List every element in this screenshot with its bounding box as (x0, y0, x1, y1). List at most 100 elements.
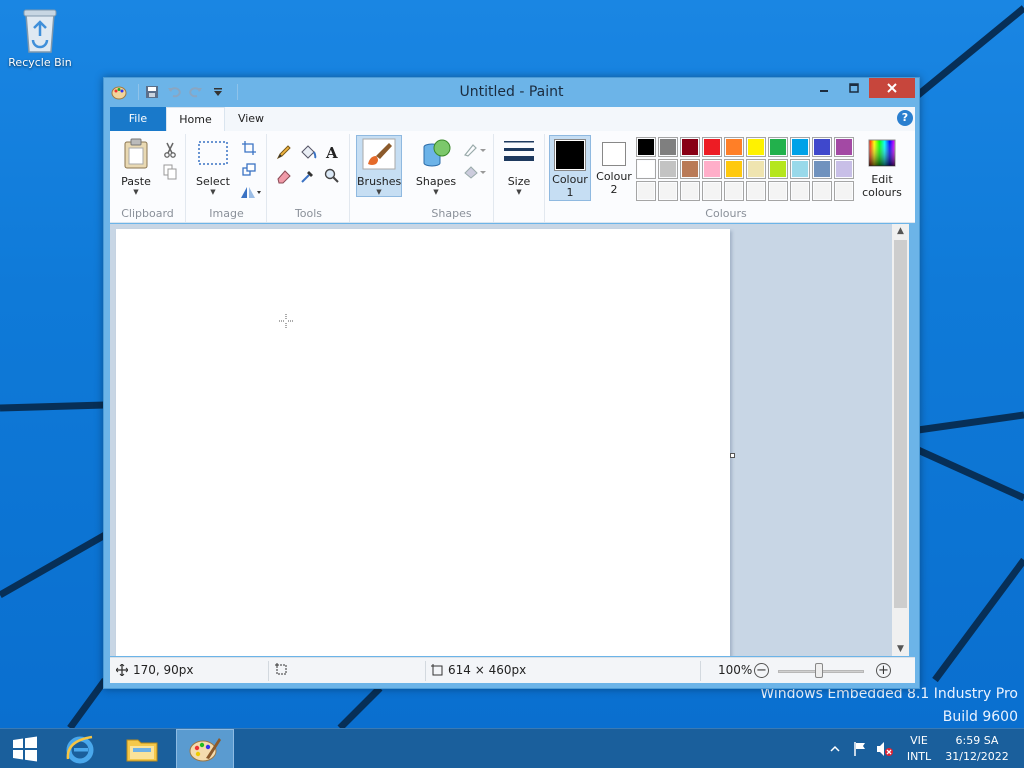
palette-swatch[interactable] (680, 137, 700, 157)
palette-swatch[interactable] (812, 159, 832, 179)
palette-swatch-colour (770, 183, 786, 199)
canvas-size: 614 × 460px (431, 663, 526, 677)
minimize-button[interactable] (809, 78, 839, 98)
copy-icon[interactable] (160, 162, 180, 182)
crop-icon[interactable] (239, 138, 259, 158)
palette-swatch-colour (814, 183, 830, 199)
tab-view[interactable]: View (229, 107, 273, 131)
palette-swatch[interactable] (724, 137, 744, 157)
build-number-watermark: Build 9600 (942, 709, 1018, 725)
palette-swatch[interactable] (834, 137, 854, 157)
drawing-canvas[interactable] (116, 229, 730, 656)
palette-swatch[interactable] (834, 159, 854, 179)
clock[interactable]: 6:59 SA 31/12/2022 (944, 729, 1010, 768)
tab-file[interactable]: File (110, 107, 166, 131)
volume-muted-icon (877, 742, 893, 756)
brushes-button[interactable]: Brushes ▼ (356, 135, 402, 197)
shapes-label: Shapes (415, 175, 457, 188)
image-group: Select ▼ Image (187, 134, 267, 222)
file-explorer-taskbar[interactable] (114, 729, 170, 768)
palette-swatch-colour (660, 183, 676, 199)
status-divider (268, 661, 269, 681)
scroll-down-icon[interactable]: ▼ (892, 642, 909, 656)
palette-swatch[interactable] (724, 159, 744, 179)
rotate-icon[interactable] (239, 182, 263, 202)
palette-swatch[interactable] (768, 137, 788, 157)
palette-swatch[interactable] (702, 159, 722, 179)
palette-swatch[interactable] (658, 159, 678, 179)
cut-icon[interactable] (160, 140, 180, 160)
zoom-slider-thumb[interactable] (815, 663, 823, 678)
magnifier-icon[interactable] (322, 166, 342, 186)
paste-button[interactable]: Paste ▼ (116, 138, 156, 196)
palette-swatch[interactable] (834, 181, 854, 201)
status-divider (700, 661, 701, 681)
fill-icon[interactable] (298, 142, 318, 162)
shapes-group: Shapes ▼ Shapes (410, 134, 494, 222)
eraser-icon[interactable] (274, 166, 294, 186)
palette-swatch[interactable] (658, 181, 678, 201)
palette-swatch[interactable] (746, 159, 766, 179)
size-button[interactable]: Size ▼ (499, 138, 539, 196)
close-button[interactable] (869, 78, 915, 98)
outline-icon[interactable] (462, 140, 488, 160)
palette-swatch[interactable] (702, 181, 722, 201)
palette-swatch[interactable] (812, 137, 832, 157)
palette-swatch[interactable] (636, 159, 656, 179)
colour2-swatch (604, 144, 624, 164)
paste-icon (124, 138, 148, 169)
fill-shape-icon[interactable] (462, 162, 488, 182)
palette-swatch[interactable] (636, 181, 656, 201)
action-center[interactable] (852, 729, 868, 768)
palette-swatch[interactable] (790, 181, 810, 201)
tab-home[interactable]: Home (166, 107, 225, 131)
edit-colours-label-1: Edit (871, 173, 893, 186)
pencil-icon[interactable] (274, 142, 294, 162)
palette-swatch[interactable] (746, 137, 766, 157)
title-bar[interactable]: Untitled - Paint (104, 78, 919, 106)
select-button[interactable]: Select ▼ (193, 138, 233, 196)
show-hidden-icons[interactable] (830, 729, 840, 768)
colour1-button[interactable]: Colour 1 (549, 135, 591, 201)
edit-colours-button[interactable]: Edit colours (860, 138, 904, 199)
colour2-button[interactable]: Colour 2 (594, 135, 634, 201)
shapes-icon (423, 139, 451, 167)
maximize-button[interactable] (839, 78, 869, 98)
recycle-bin-shortcut[interactable]: Recycle Bin (4, 6, 76, 69)
colour-picker-icon[interactable] (298, 166, 318, 186)
resize-icon[interactable] (239, 160, 259, 180)
palette-swatch[interactable] (790, 159, 810, 179)
palette-swatch-colour (748, 161, 764, 177)
colour-palette (636, 137, 862, 203)
brush-cursor-icon (279, 314, 293, 328)
scroll-up-icon[interactable]: ▲ (892, 224, 909, 238)
size-dropdown-arrow: ▼ (516, 188, 522, 196)
palette-swatch[interactable] (746, 181, 766, 201)
vertical-scrollbar[interactable]: ▲ ▼ (892, 224, 909, 656)
palette-swatch[interactable] (636, 137, 656, 157)
palette-swatch[interactable] (680, 159, 700, 179)
palette-swatch[interactable] (768, 181, 788, 201)
palette-swatch-colour (726, 161, 742, 177)
palette-swatch[interactable] (658, 137, 678, 157)
palette-swatch[interactable] (680, 181, 700, 201)
selection-size-icon (275, 663, 287, 675)
palette-swatch[interactable] (812, 181, 832, 201)
palette-swatch[interactable] (768, 159, 788, 179)
zoom-in-button[interactable]: + (876, 663, 891, 678)
palette-swatch[interactable] (702, 137, 722, 157)
volume-control[interactable] (876, 729, 894, 768)
palette-swatch[interactable] (790, 137, 810, 157)
internet-explorer-taskbar[interactable] (52, 729, 108, 768)
paint-taskbar[interactable] (176, 729, 234, 768)
text-icon[interactable]: A (322, 142, 342, 162)
shapes-group-label: Shapes (431, 207, 472, 220)
scrollbar-thumb[interactable] (894, 240, 907, 608)
canvas-resize-handle-right[interactable] (730, 453, 735, 458)
help-icon[interactable]: ? (897, 110, 913, 126)
start-button[interactable] (0, 729, 50, 768)
palette-swatch[interactable] (724, 181, 744, 201)
input-language[interactable]: VIE INTL (902, 729, 936, 768)
shapes-button[interactable]: Shapes ▼ (414, 138, 458, 196)
zoom-out-button[interactable]: − (754, 663, 769, 678)
